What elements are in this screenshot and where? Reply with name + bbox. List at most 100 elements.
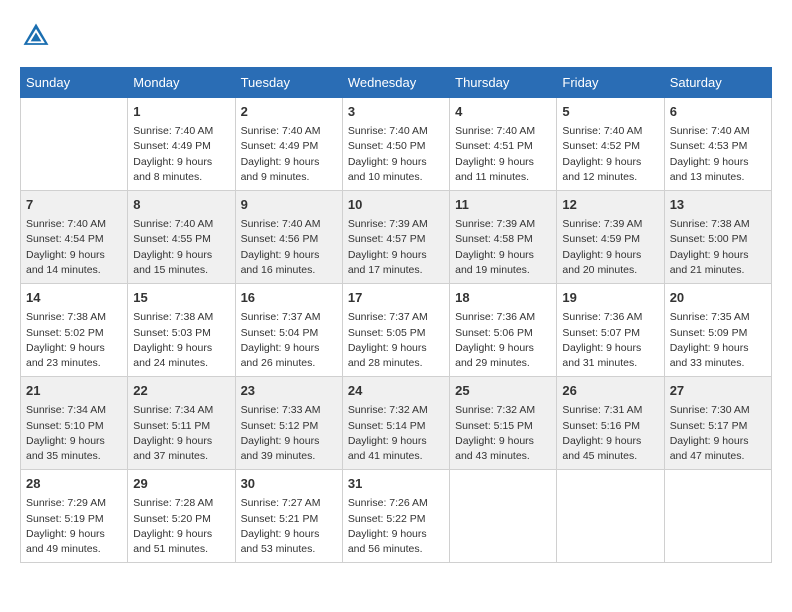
day-info: Sunrise: 7:38 AM Sunset: 5:03 PM Dayligh… <box>133 310 229 371</box>
day-info: Sunrise: 7:36 AM Sunset: 5:07 PM Dayligh… <box>562 310 658 371</box>
day-info: Sunrise: 7:26 AM Sunset: 5:22 PM Dayligh… <box>348 496 444 557</box>
day-number: 2 <box>241 103 337 121</box>
day-info: Sunrise: 7:31 AM Sunset: 5:16 PM Dayligh… <box>562 403 658 464</box>
day-info: Sunrise: 7:27 AM Sunset: 5:21 PM Dayligh… <box>241 496 337 557</box>
page-header <box>20 20 772 52</box>
day-cell: 18 Sunrise: 7:36 AM Sunset: 5:06 PM Dayli… <box>450 284 557 377</box>
day-cell: 7Sunrise: 7:40 AM Sunset: 4:54 PM Daylig… <box>21 191 128 284</box>
week-row-1: 1 Sunrise: 7:40 AM Sunset: 4:49 PM Daylig… <box>21 98 772 191</box>
day-number: 25 <box>455 382 551 400</box>
day-cell: 17 Sunrise: 7:37 AM Sunset: 5:05 PM Dayli… <box>342 284 449 377</box>
week-row-4: 21 Sunrise: 7:34 AM Sunset: 5:10 PM Dayli… <box>21 377 772 470</box>
day-cell: 14 Sunrise: 7:38 AM Sunset: 5:02 PM Dayli… <box>21 284 128 377</box>
day-number: 8 <box>133 196 229 214</box>
day-cell: 24 Sunrise: 7:32 AM Sunset: 5:14 PM Dayli… <box>342 377 449 470</box>
day-info: Sunrise: 7:37 AM Sunset: 5:05 PM Dayligh… <box>348 310 444 371</box>
day-number: 28 <box>26 475 122 493</box>
day-number: 26 <box>562 382 658 400</box>
logo-icon <box>20 20 52 52</box>
day-cell <box>557 470 664 563</box>
day-info: Sunrise: 7:40 AM Sunset: 4:49 PM Dayligh… <box>241 124 337 185</box>
day-number: 1 <box>133 103 229 121</box>
day-cell: 6Sunrise: 7:40 AM Sunset: 4:53 PM Daylig… <box>664 98 771 191</box>
day-cell: 31 Sunrise: 7:26 AM Sunset: 5:22 PM Dayli… <box>342 470 449 563</box>
day-cell: 20 Sunrise: 7:35 AM Sunset: 5:09 PM Dayli… <box>664 284 771 377</box>
day-cell: 23 Sunrise: 7:33 AM Sunset: 5:12 PM Dayli… <box>235 377 342 470</box>
day-info: Sunrise: 7:39 AM Sunset: 4:59 PM Dayligh… <box>562 217 658 278</box>
day-cell: 22Sunrise: 7:34 AM Sunset: 5:11 PM Dayli… <box>128 377 235 470</box>
week-row-2: 7Sunrise: 7:40 AM Sunset: 4:54 PM Daylig… <box>21 191 772 284</box>
day-number: 16 <box>241 289 337 307</box>
day-cell: 19 Sunrise: 7:36 AM Sunset: 5:07 PM Dayli… <box>557 284 664 377</box>
day-number: 3 <box>348 103 444 121</box>
day-cell: 16Sunrise: 7:37 AM Sunset: 5:04 PM Dayli… <box>235 284 342 377</box>
calendar-header-row: SundayMondayTuesdayWednesdayThursdayFrid… <box>21 68 772 98</box>
day-info: Sunrise: 7:40 AM Sunset: 4:55 PM Dayligh… <box>133 217 229 278</box>
day-number: 19 <box>562 289 658 307</box>
day-cell <box>21 98 128 191</box>
header-saturday: Saturday <box>664 68 771 98</box>
day-info: Sunrise: 7:40 AM Sunset: 4:51 PM Dayligh… <box>455 124 551 185</box>
day-cell: 27Sunrise: 7:30 AM Sunset: 5:17 PM Dayli… <box>664 377 771 470</box>
day-number: 18 <box>455 289 551 307</box>
week-row-5: 28Sunrise: 7:29 AM Sunset: 5:19 PM Dayli… <box>21 470 772 563</box>
day-info: Sunrise: 7:32 AM Sunset: 5:15 PM Dayligh… <box>455 403 551 464</box>
day-cell: 9Sunrise: 7:40 AM Sunset: 4:56 PM Daylig… <box>235 191 342 284</box>
day-number: 13 <box>670 196 766 214</box>
day-info: Sunrise: 7:39 AM Sunset: 4:57 PM Dayligh… <box>348 217 444 278</box>
day-number: 30 <box>241 475 337 493</box>
day-number: 24 <box>348 382 444 400</box>
day-cell: 4 Sunrise: 7:40 AM Sunset: 4:51 PM Daylig… <box>450 98 557 191</box>
logo <box>20 20 58 52</box>
day-number: 6 <box>670 103 766 121</box>
day-number: 15 <box>133 289 229 307</box>
day-number: 9 <box>241 196 337 214</box>
day-cell: 2 Sunrise: 7:40 AM Sunset: 4:49 PM Daylig… <box>235 98 342 191</box>
header-thursday: Thursday <box>450 68 557 98</box>
day-cell <box>664 470 771 563</box>
day-number: 11 <box>455 196 551 214</box>
day-info: Sunrise: 7:39 AM Sunset: 4:58 PM Dayligh… <box>455 217 551 278</box>
day-info: Sunrise: 7:40 AM Sunset: 4:52 PM Dayligh… <box>562 124 658 185</box>
day-number: 7 <box>26 196 122 214</box>
day-number: 12 <box>562 196 658 214</box>
day-number: 29 <box>133 475 229 493</box>
day-cell: 11 Sunrise: 7:39 AM Sunset: 4:58 PM Dayli… <box>450 191 557 284</box>
day-info: Sunrise: 7:38 AM Sunset: 5:00 PM Dayligh… <box>670 217 766 278</box>
day-number: 5 <box>562 103 658 121</box>
day-number: 10 <box>348 196 444 214</box>
day-info: Sunrise: 7:34 AM Sunset: 5:10 PM Dayligh… <box>26 403 122 464</box>
day-number: 17 <box>348 289 444 307</box>
day-number: 31 <box>348 475 444 493</box>
day-cell: 10 Sunrise: 7:39 AM Sunset: 4:57 PM Dayli… <box>342 191 449 284</box>
week-row-3: 14 Sunrise: 7:38 AM Sunset: 5:02 PM Dayli… <box>21 284 772 377</box>
day-info: Sunrise: 7:38 AM Sunset: 5:02 PM Dayligh… <box>26 310 122 371</box>
day-info: Sunrise: 7:30 AM Sunset: 5:17 PM Dayligh… <box>670 403 766 464</box>
day-cell: 8 Sunrise: 7:40 AM Sunset: 4:55 PM Daylig… <box>128 191 235 284</box>
header-tuesday: Tuesday <box>235 68 342 98</box>
day-info: Sunrise: 7:36 AM Sunset: 5:06 PM Dayligh… <box>455 310 551 371</box>
day-number: 23 <box>241 382 337 400</box>
day-number: 14 <box>26 289 122 307</box>
day-info: Sunrise: 7:35 AM Sunset: 5:09 PM Dayligh… <box>670 310 766 371</box>
day-cell: 25 Sunrise: 7:32 AM Sunset: 5:15 PM Dayli… <box>450 377 557 470</box>
day-cell: 26 Sunrise: 7:31 AM Sunset: 5:16 PM Dayli… <box>557 377 664 470</box>
day-info: Sunrise: 7:32 AM Sunset: 5:14 PM Dayligh… <box>348 403 444 464</box>
header-friday: Friday <box>557 68 664 98</box>
day-cell: 3 Sunrise: 7:40 AM Sunset: 4:50 PM Daylig… <box>342 98 449 191</box>
day-number: 20 <box>670 289 766 307</box>
header-wednesday: Wednesday <box>342 68 449 98</box>
day-info: Sunrise: 7:40 AM Sunset: 4:50 PM Dayligh… <box>348 124 444 185</box>
day-cell: 28Sunrise: 7:29 AM Sunset: 5:19 PM Dayli… <box>21 470 128 563</box>
day-info: Sunrise: 7:40 AM Sunset: 4:49 PM Dayligh… <box>133 124 229 185</box>
day-number: 22 <box>133 382 229 400</box>
header-sunday: Sunday <box>21 68 128 98</box>
day-cell: 13 Sunrise: 7:38 AM Sunset: 5:00 PM Dayli… <box>664 191 771 284</box>
calendar-table: SundayMondayTuesdayWednesdayThursdayFrid… <box>20 67 772 563</box>
day-cell: 1 Sunrise: 7:40 AM Sunset: 4:49 PM Daylig… <box>128 98 235 191</box>
day-info: Sunrise: 7:33 AM Sunset: 5:12 PM Dayligh… <box>241 403 337 464</box>
day-number: 21 <box>26 382 122 400</box>
day-number: 4 <box>455 103 551 121</box>
day-cell: 29Sunrise: 7:28 AM Sunset: 5:20 PM Dayli… <box>128 470 235 563</box>
header-monday: Monday <box>128 68 235 98</box>
